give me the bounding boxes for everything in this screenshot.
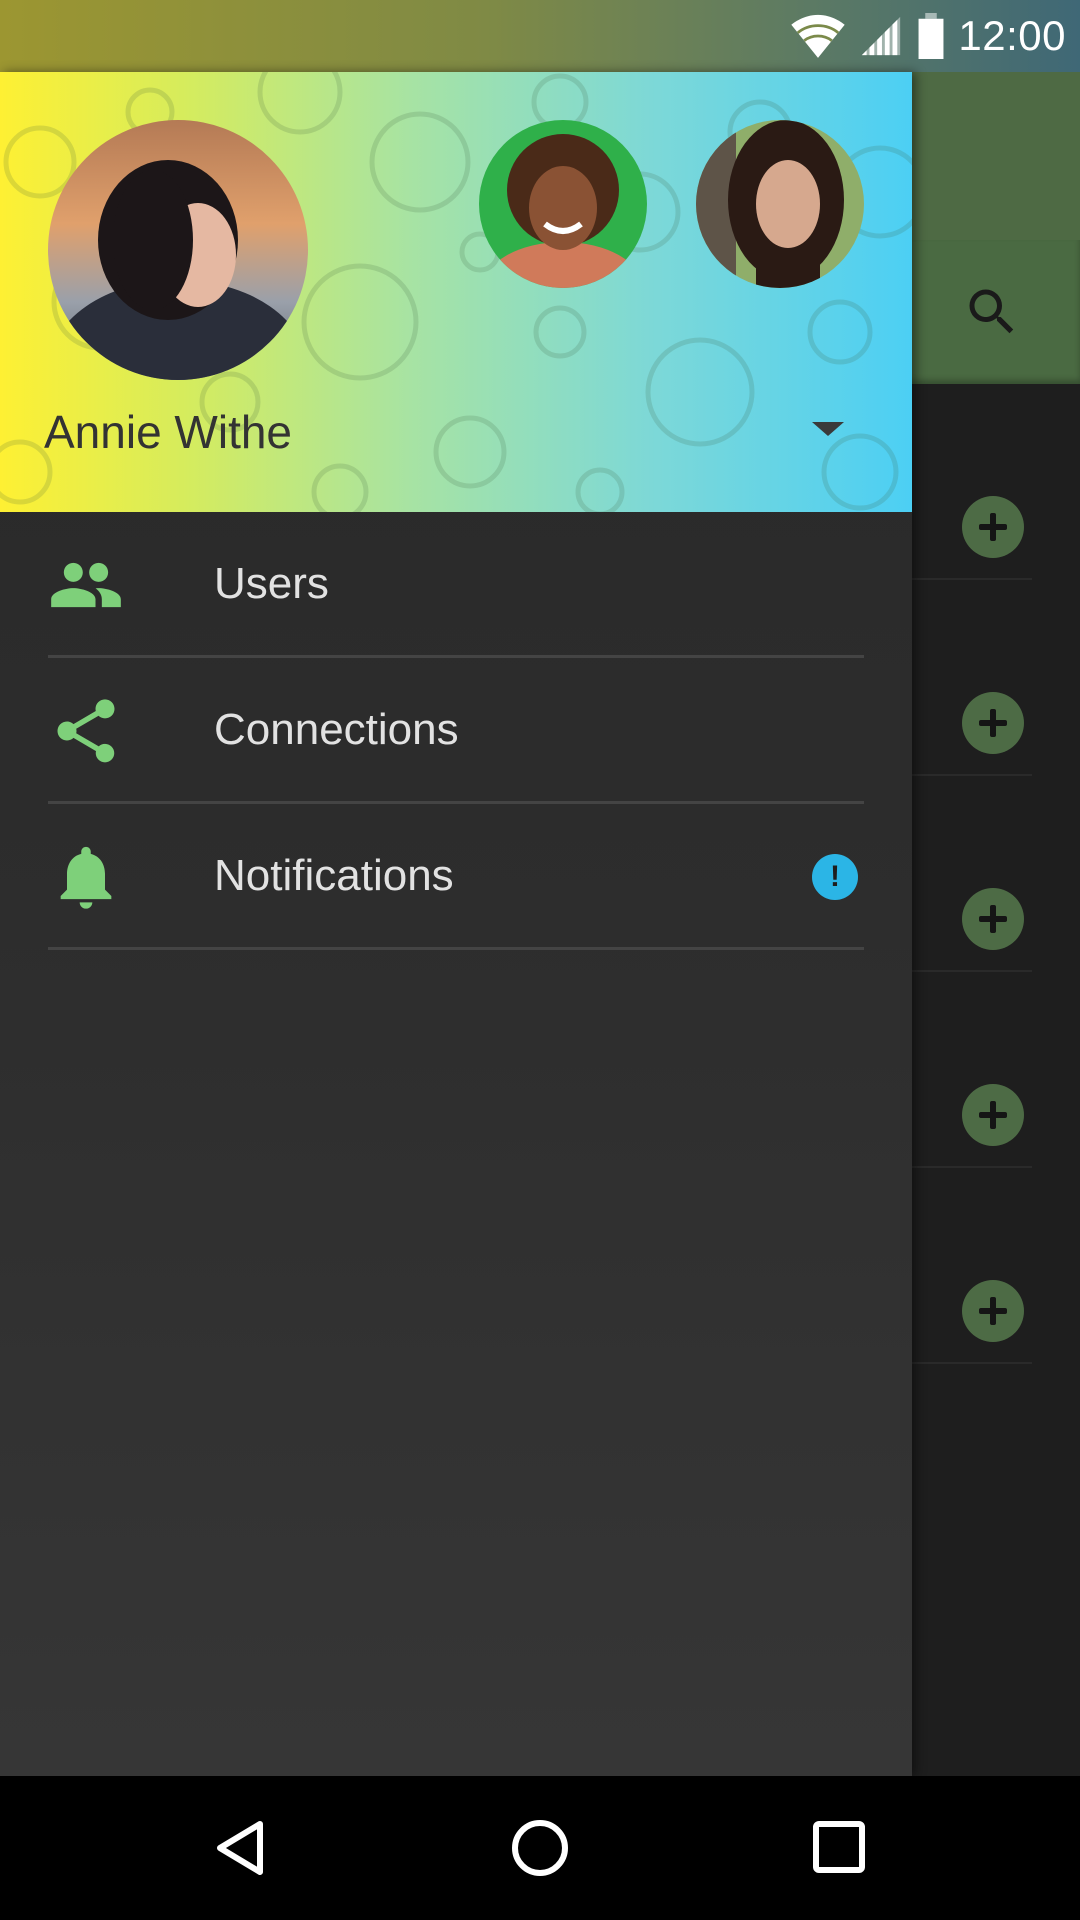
drawer-item-label: Notifications — [214, 851, 454, 900]
add-circle-icon[interactable] — [962, 1084, 1024, 1146]
search-icon[interactable] — [962, 282, 1022, 342]
add-circle-icon[interactable] — [962, 692, 1024, 754]
add-circle-icon[interactable] — [962, 496, 1024, 558]
drawer-item-label: Users — [214, 559, 329, 608]
share-icon — [57, 699, 115, 763]
drawer-item-users[interactable]: Users — [48, 512, 864, 658]
add-circle-icon[interactable] — [962, 888, 1024, 950]
arrow-drop-down-icon[interactable] — [812, 422, 844, 436]
wifi-icon — [791, 14, 846, 58]
status-bar: 12:00 — [0, 0, 1080, 72]
home-icon[interactable] — [504, 1812, 576, 1884]
people-icon — [51, 562, 121, 608]
account-avatar-secondary[interactable] — [479, 120, 647, 288]
cell-signal-icon — [862, 16, 901, 56]
drawer-item-notifications[interactable]: Notifications ! — [48, 804, 864, 950]
avatar-photo — [48, 120, 308, 380]
back-icon[interactable] — [204, 1812, 276, 1884]
recents-icon[interactable] — [804, 1812, 876, 1884]
drawer-item-connections[interactable]: Connections — [48, 658, 864, 804]
account-name: Annie Withe — [44, 406, 293, 458]
drawer-item-label: Connections — [214, 705, 459, 754]
status-icons: 12:00 — [790, 0, 1066, 72]
navigation-drawer: Annie Withe Users Connections Notificati… — [0, 72, 912, 1776]
status-time: 12:00 — [958, 12, 1066, 59]
bell-icon — [60, 846, 112, 909]
battery-icon — [918, 13, 944, 59]
account-avatar-main[interactable] — [48, 120, 308, 380]
add-circle-icon[interactable] — [962, 1280, 1024, 1342]
drawer-menu: Users Connections Notifications ! — [0, 512, 912, 950]
avatar-photo — [479, 120, 647, 288]
avatar-photo — [696, 120, 864, 288]
system-nav-bar — [0, 1776, 1080, 1920]
drawer-header: Annie Withe — [0, 72, 912, 512]
account-avatar-secondary[interactable] — [696, 120, 864, 288]
notification-alert-badge: ! — [812, 854, 858, 900]
